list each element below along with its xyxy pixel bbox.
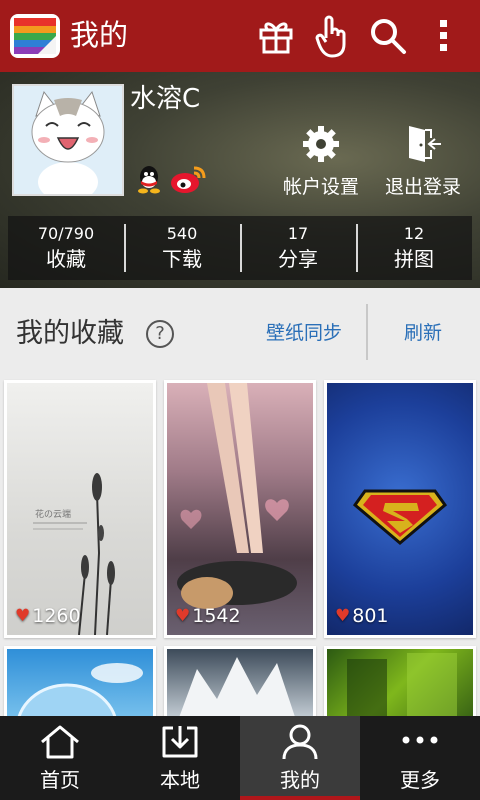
bottom-nav: 首页 本地 我的 更多 xyxy=(0,716,480,800)
app-logo-icon[interactable] xyxy=(8,10,62,62)
nav-item-more[interactable]: 更多 xyxy=(360,716,480,800)
logout-button[interactable]: 退出登录 xyxy=(368,124,478,200)
wallpaper-tile[interactable]: ♥ 801 xyxy=(324,380,476,638)
more-horizontal-icon xyxy=(402,736,438,744)
gift-icon xyxy=(259,22,293,54)
account-settings-label: 帐户设置 xyxy=(282,176,359,198)
like-value: 1260 xyxy=(32,605,81,627)
gear-icon xyxy=(303,126,339,162)
page-title: 我的 xyxy=(70,18,129,52)
qq-icon[interactable] xyxy=(134,164,164,194)
help-icon[interactable]: ? xyxy=(146,320,174,348)
top-bar: 我的 xyxy=(0,0,480,72)
logout-icon xyxy=(409,126,441,162)
stats-bar: 70/790 收藏 540 下载 17 分享 12 拼图 xyxy=(8,216,472,280)
wallpaper-tile[interactable] xyxy=(324,646,476,726)
stat-value: 70/790 xyxy=(37,224,95,243)
logout-label: 退出登录 xyxy=(384,176,461,198)
home-icon xyxy=(41,725,79,759)
stat-value: 17 xyxy=(287,224,309,243)
stat-favorites[interactable]: 70/790 收藏 xyxy=(8,216,124,280)
stat-downloads[interactable]: 540 下载 xyxy=(124,216,240,280)
wallpaper-tile[interactable]: 花の云端 ♥ 1260 xyxy=(4,380,156,638)
search-button[interactable] xyxy=(364,12,412,60)
hand-pointer-icon xyxy=(315,15,346,58)
more-vertical-icon xyxy=(440,20,447,51)
stat-value: 12 xyxy=(403,224,425,243)
svg-text:花の云端: 花の云端 xyxy=(35,508,71,520)
like-count: ♥ 801 xyxy=(335,605,389,627)
favorites-header: 我的收藏 ? 壁纸同步 刷新 xyxy=(0,288,480,378)
section-title: 我的收藏 xyxy=(16,318,124,349)
like-value: 1542 xyxy=(192,605,241,627)
heart-icon: ♥ xyxy=(335,606,351,626)
wallpaper-tile[interactable] xyxy=(4,646,156,726)
heart-icon: ♥ xyxy=(175,606,191,626)
like-value: 801 xyxy=(352,605,389,627)
search-icon xyxy=(371,19,406,54)
stat-value: 540 xyxy=(166,224,198,243)
like-count: ♥ 1260 xyxy=(15,605,81,627)
profile-header: 水溶C 帐户设置 退出登录 70/790 收藏 540 下载 17 分享 12 … xyxy=(0,72,480,288)
wallpaper-sync-link[interactable]: 壁纸同步 xyxy=(266,320,342,346)
wallpaper-tile[interactable]: ♥ 1542 xyxy=(164,380,316,638)
heart-icon: ♥ xyxy=(15,606,31,626)
account-settings-button[interactable]: 帐户设置 xyxy=(266,124,376,200)
nav-label: 首页 xyxy=(40,768,80,792)
gift-button[interactable] xyxy=(252,12,300,60)
stat-puzzles[interactable]: 12 拼图 xyxy=(356,216,472,280)
avatar[interactable] xyxy=(12,84,124,196)
refresh-link[interactable]: 刷新 xyxy=(404,320,442,346)
stat-label: 收藏 xyxy=(46,247,86,271)
nav-label: 本地 xyxy=(160,768,200,792)
stat-label: 下载 xyxy=(162,247,202,271)
nav-item-home[interactable]: 首页 xyxy=(0,716,120,800)
user-icon xyxy=(282,724,318,760)
nav-label: 我的 xyxy=(280,768,320,792)
weibo-icon[interactable] xyxy=(170,164,208,194)
wallpaper-tile[interactable] xyxy=(164,646,316,726)
nav-label: 更多 xyxy=(400,768,440,792)
stat-shares[interactable]: 17 分享 xyxy=(240,216,356,280)
gesture-button[interactable] xyxy=(308,12,356,60)
download-icon xyxy=(162,726,198,758)
more-menu-button[interactable] xyxy=(420,12,468,60)
like-count: ♥ 1542 xyxy=(175,605,241,627)
header-divider xyxy=(366,304,368,360)
stat-label: 拼图 xyxy=(394,247,434,271)
nav-item-local[interactable]: 本地 xyxy=(120,716,240,800)
stat-label: 分享 xyxy=(278,247,318,271)
username: 水溶C xyxy=(130,84,201,114)
nav-item-mine[interactable]: 我的 xyxy=(240,716,360,800)
